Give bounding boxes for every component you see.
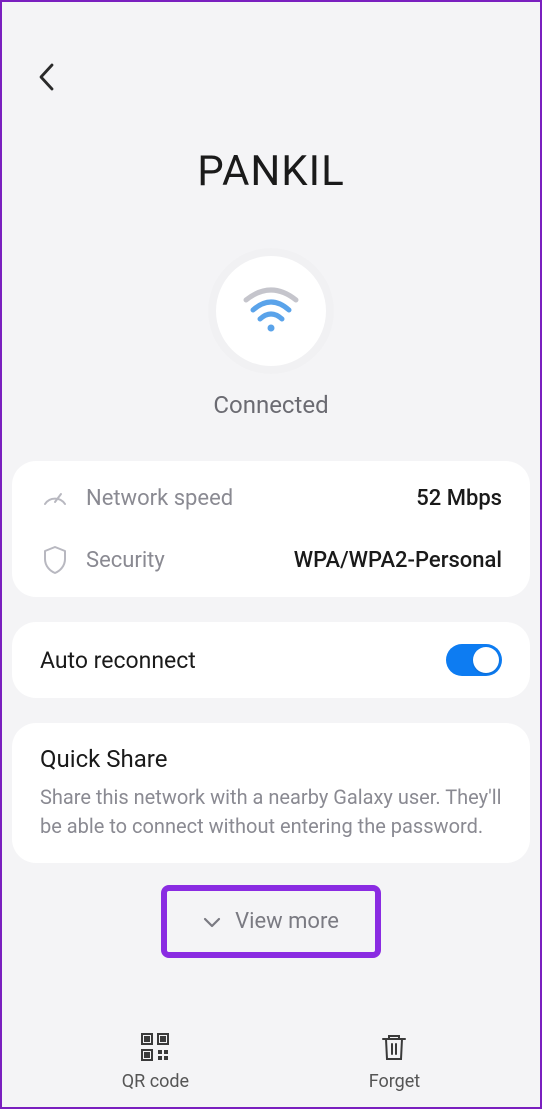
security-label: Security <box>86 548 165 573</box>
quick-share-card[interactable]: Quick Share Share this network with a ne… <box>12 723 530 863</box>
quick-share-title: Quick Share <box>40 745 502 773</box>
forget-button[interactable]: Forget <box>369 1031 421 1092</box>
speedometer-icon <box>40 483 70 513</box>
toggle-knob <box>473 647 499 673</box>
bottom-actions: QR code Forget <box>2 1031 540 1092</box>
forget-label: Forget <box>369 1071 421 1092</box>
security-value: WPA/WPA2-Personal <box>294 548 502 573</box>
quick-share-description: Share this network with a nearby Galaxy … <box>40 783 502 841</box>
auto-reconnect-label: Auto reconnect <box>40 647 196 674</box>
wifi-signal-icon <box>216 256 326 366</box>
trash-icon <box>378 1031 410 1063</box>
shield-icon <box>40 545 70 575</box>
security-row: Security WPA/WPA2-Personal <box>40 545 502 575</box>
network-name: PANKIL <box>2 147 540 196</box>
auto-reconnect-card: Auto reconnect <box>12 622 530 698</box>
speed-value: 52 Mbps <box>416 486 502 511</box>
view-more-label: View more <box>235 909 339 934</box>
back-button[interactable] <box>37 62 57 96</box>
network-speed-row: Network speed 52 Mbps <box>40 483 502 513</box>
connection-status: Connected <box>2 391 540 419</box>
qr-code-button[interactable]: QR code <box>122 1031 189 1092</box>
qr-code-label: QR code <box>122 1071 189 1092</box>
network-details-card: Network speed 52 Mbps Security WPA/WPA2-… <box>12 461 530 597</box>
qr-code-icon <box>139 1031 171 1063</box>
auto-reconnect-toggle[interactable] <box>446 644 502 676</box>
view-more-button[interactable]: View more <box>161 885 381 958</box>
chevron-left-icon <box>37 62 57 92</box>
speed-label: Network speed <box>86 486 233 511</box>
chevron-down-icon <box>203 916 221 928</box>
